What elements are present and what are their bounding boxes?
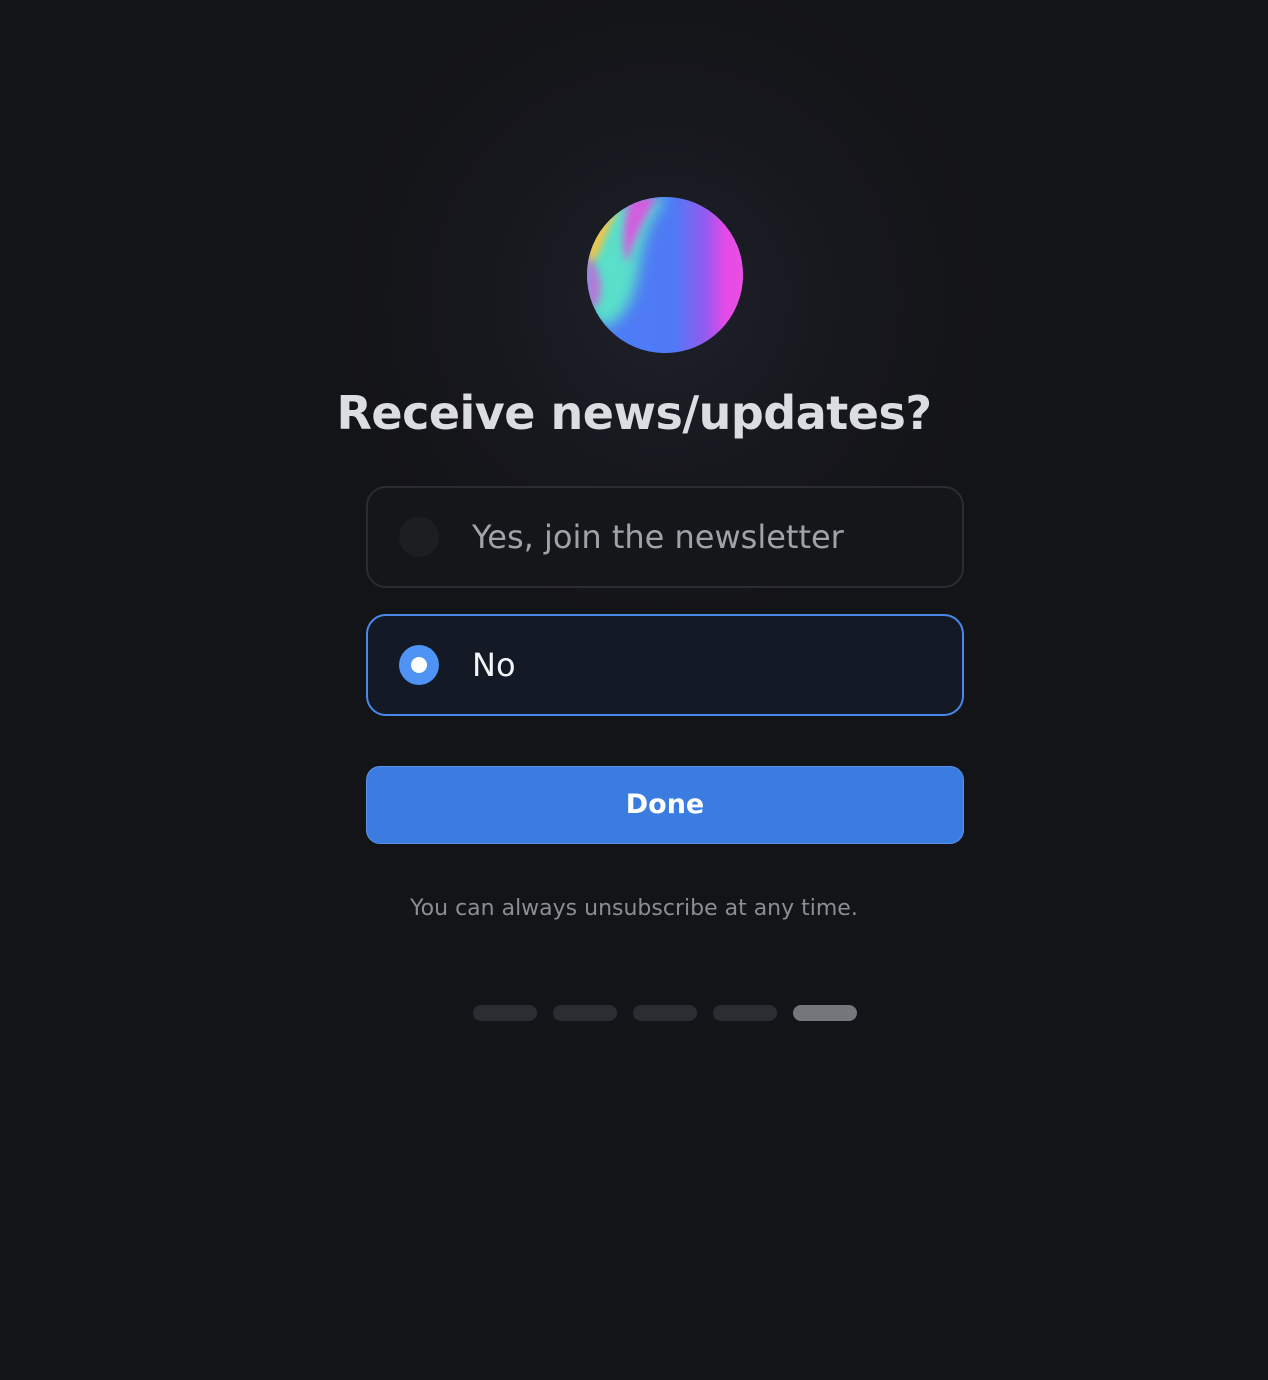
- onboarding-screen: Receive news/updates? Yes, join the news…: [0, 0, 1268, 1380]
- page-title: Receive news/updates?: [336, 386, 932, 440]
- option-label: No: [472, 646, 516, 684]
- progress-step-4[interactable]: [713, 1005, 777, 1021]
- option-label: Yes, join the newsletter: [472, 518, 844, 556]
- done-button[interactable]: Done: [366, 766, 964, 844]
- progress-step-2[interactable]: [553, 1005, 617, 1021]
- radio-selected-icon[interactable]: [399, 645, 439, 685]
- radio-unselected-icon[interactable]: [399, 517, 439, 557]
- unsubscribe-note: You can always unsubscribe at any time.: [410, 896, 858, 921]
- progress-step-1[interactable]: [473, 1005, 537, 1021]
- progress-indicator: [473, 1005, 857, 1021]
- radio-dot: [411, 657, 427, 673]
- option-no[interactable]: No: [366, 614, 964, 716]
- progress-step-5-current[interactable]: [793, 1005, 857, 1021]
- logo-orb-icon: [587, 197, 743, 353]
- option-yes-newsletter[interactable]: Yes, join the newsletter: [366, 486, 964, 588]
- progress-step-3[interactable]: [633, 1005, 697, 1021]
